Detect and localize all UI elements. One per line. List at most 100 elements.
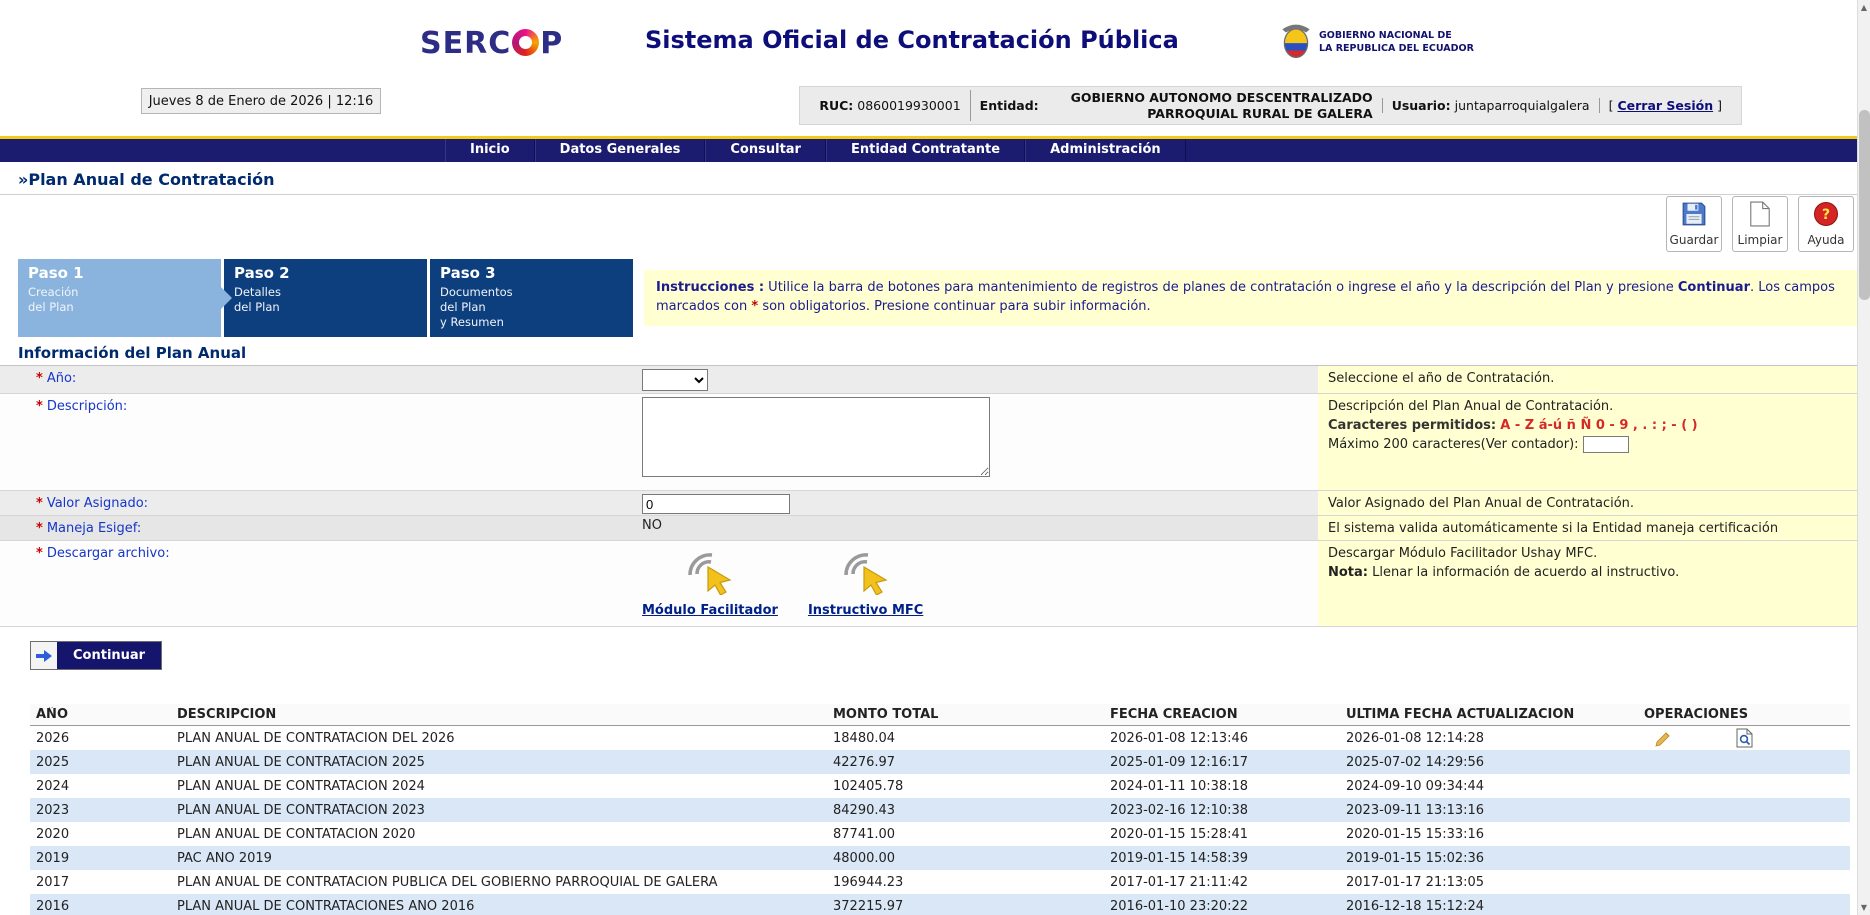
form-row-descargar: *Descargar archivo: Módulo Facilitador: [0, 541, 1870, 627]
table-row: 2017PLAN ANUAL DE CONTRATACION PUBLICA D…: [30, 870, 1850, 894]
nav-item-consultar[interactable]: Consultar: [705, 139, 826, 162]
esigef-label: *Maneja Esigef:: [0, 516, 632, 540]
year-cell: 2017: [36, 875, 177, 890]
description-cell: PLAN ANUAL DE CONTRATACIÓN 2024: [177, 779, 833, 794]
table-row: 2026PLAN ANUAL DE CONTRATACIÓN DEL 20261…: [30, 726, 1850, 750]
table-row: 2025PLAN ANUAL DE CONTRATACION 202542276…: [30, 750, 1850, 774]
limpiar-button[interactable]: Limpiar: [1732, 196, 1788, 252]
descargar-help-line2: Nota: Llenar la información de acuerdo a…: [1328, 564, 1860, 583]
step-title: Paso 2: [234, 264, 417, 282]
descripcion-textarea[interactable]: [642, 397, 990, 477]
entity-value: GOBIERNO AUTONOMO DESCENTRALIZADO PARROQ…: [1043, 90, 1373, 121]
ayuda-label: Ayuda: [1807, 233, 1844, 247]
step-1[interactable]: Paso 1 Creación del Plan: [18, 259, 221, 337]
page-title: »Plan Anual de Contratación: [18, 170, 274, 189]
updated-cell: 2026-01-08 12:14:28: [1346, 731, 1644, 746]
nav-item-administración[interactable]: Administración: [1025, 139, 1186, 162]
description-cell: PLAN ANUAL DE CONTRATACIÓN DEL 2026: [177, 731, 833, 746]
help-icon: ?: [1813, 201, 1839, 230]
amount-cell: 42276.97: [833, 755, 1110, 770]
session-info-box: RUC:0860019930001 Entidad:GOBIERNO AUTON…: [799, 86, 1742, 125]
instructions-bold-continuar: Continuar: [1678, 280, 1750, 295]
pac-table: AÑO DESCRIPCIÓN MONTO TOTAL FECHA CREACI…: [30, 704, 1850, 915]
page: SERCP Sistema Oficial de Contratación Pú…: [0, 0, 1870, 915]
amount-cell: 372215.97: [833, 899, 1110, 914]
instructivo-mfc-link[interactable]: Instructivo MFC: [808, 603, 923, 618]
table-row: 2024PLAN ANUAL DE CONTRATACIÓN 202410240…: [30, 774, 1850, 798]
svg-text:?: ?: [1822, 207, 1830, 223]
modulo-facilitador-link[interactable]: Módulo Facilitador: [642, 603, 778, 618]
continuar-button[interactable]: Continuar: [30, 641, 162, 670]
datetime-box: Jueves 8 de Enero de 2026 | 12:16: [141, 88, 381, 114]
valor-asignado-input[interactable]: [642, 494, 790, 514]
anio-label: *Año:: [0, 366, 632, 393]
year-cell: 2024: [36, 779, 177, 794]
sercop-logo-text-right: P: [540, 26, 563, 61]
descargar-control: Módulo Facilitador Instructivo MFC: [632, 541, 1318, 626]
scrollbar-up-icon[interactable]: ▲: [1858, 0, 1870, 15]
created-cell: 2024-01-11 10:38:18: [1110, 779, 1346, 794]
step-subtitle: Detalles del Plan: [234, 285, 417, 315]
nav-item-inicio[interactable]: Inicio: [445, 139, 535, 162]
form-row-valor: *Valor Asignado: Valor Asignado del Plan…: [0, 491, 1870, 516]
updated-cell: 2025-07-02 14:29:56: [1346, 755, 1644, 770]
operations-cell: [1644, 728, 1850, 748]
click-cursor-icon: [840, 549, 892, 599]
created-cell: 2020-01-15 15:28:41: [1110, 827, 1346, 842]
valor-help: Valor Asignado del Plan Anual de Contrat…: [1318, 491, 1870, 515]
contador-input[interactable]: [1583, 436, 1629, 453]
sercop-logo: SERCP: [420, 26, 563, 61]
limpiar-label: Limpiar: [1738, 233, 1783, 247]
column-header-fecha-creacion: FECHA CREACIÓN: [1110, 707, 1346, 722]
scrollbar-down-icon[interactable]: ▼: [1858, 900, 1870, 915]
year-cell: 2025: [36, 755, 177, 770]
description-cell: PLAN ANUAL DE CONTATACIÓN 2020: [177, 827, 833, 842]
step-subtitle: Creación del Plan: [28, 285, 211, 315]
arrow-right-icon: [31, 642, 57, 669]
ayuda-button[interactable]: ? Ayuda: [1798, 196, 1854, 252]
nav-item-entidad-contratante[interactable]: Entidad Contratante: [826, 139, 1025, 162]
column-header-ultima-actualizacion: ÚLTIMA FECHA ACTUALIZACIÓN: [1346, 707, 1644, 722]
system-title: Sistema Oficial de Contratación Pública: [645, 26, 1179, 54]
anio-select[interactable]: [642, 369, 708, 391]
modulo-facilitador-item: Módulo Facilitador: [642, 549, 778, 626]
year-cell: 2016: [36, 899, 177, 914]
save-floppy-icon: [1681, 201, 1707, 230]
nav-item-datos-generales[interactable]: Datos Generales: [535, 139, 706, 162]
toolbar: Guardar Limpiar ? Ayuda: [1666, 196, 1854, 252]
guardar-button[interactable]: Guardar: [1666, 196, 1722, 252]
scrollbar-thumb[interactable]: [1859, 110, 1870, 300]
instructions-box: Instrucciones : Utilice la barra de boto…: [644, 270, 1862, 326]
step-2[interactable]: Paso 2 Detalles del Plan: [224, 259, 427, 337]
government-text: GOBIERNO NACIONAL DE LA REPUBLICA DEL EC…: [1319, 30, 1474, 56]
updated-cell: 2019-01-15 15:02:36: [1346, 851, 1644, 866]
edit-plan-icon[interactable]: [1654, 728, 1674, 748]
instructions-text-3: son obligatorios. Presione continuar par…: [758, 299, 1150, 314]
table-row: 2023PLAN ANUAL DE CONTRATACIÓN 202384290…: [30, 798, 1850, 822]
instructivo-mfc-item: Instructivo MFC: [808, 549, 923, 626]
amount-cell: 18480.04: [833, 731, 1110, 746]
continuar-label: Continuar: [57, 642, 161, 669]
view-plan-icon[interactable]: [1736, 728, 1754, 748]
instructions-label: Instrucciones :: [656, 280, 764, 295]
sercop-logo-o-icon: [512, 29, 539, 56]
anio-control: [632, 366, 1318, 393]
steps: Paso 1 Creación del Plan Paso 2 Detalles de…: [18, 259, 636, 337]
title-row: »Plan Anual de Contratación: [0, 162, 1870, 195]
guardar-label: Guardar: [1670, 233, 1719, 247]
created-cell: 2019-01-15 14:58:39: [1110, 851, 1346, 866]
info-bar: Jueves 8 de Enero de 2026 | 12:16 RUC:08…: [0, 86, 1870, 126]
cerrar-sesion-link[interactable]: Cerrar Sesión: [1617, 98, 1713, 113]
ruc-segment: RUC:0860019930001: [810, 98, 969, 113]
description-cell: PLAN ANUAL DE CONTRATACION 2025: [177, 755, 833, 770]
table-row: 2019PAC AÑO 201948000.002019-01-15 14:58…: [30, 846, 1850, 870]
vertical-scrollbar[interactable]: ▲ ▼: [1857, 0, 1870, 915]
user-value: juntaparroquialgalera: [1455, 98, 1590, 113]
government-logo: GOBIERNO NACIONAL DE LA REPUBLICA DEL EC…: [1280, 22, 1474, 64]
step-title: Paso 1: [28, 264, 211, 282]
step-3[interactable]: Paso 3Documentos del Plan y Resumen: [430, 259, 633, 337]
esigef-value: NO: [632, 516, 1318, 540]
column-header-operaciones: OPERACIONES: [1644, 707, 1850, 722]
table-row: 2016PLAN ANUAL DE CONTRATACIONES AÑO 201…: [30, 894, 1850, 915]
user-segment: Usuario:juntaparroquialgalera: [1382, 98, 1599, 113]
